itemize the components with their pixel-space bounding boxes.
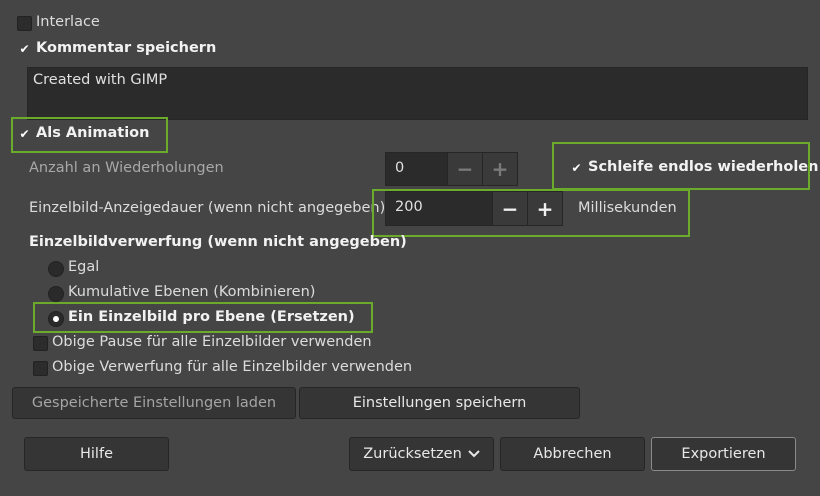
as-animation-checkbox[interactable]: ✔	[17, 127, 32, 142]
export-button[interactable]: Exportieren	[651, 437, 796, 471]
disposal-label-combine[interactable]: Kumulative Ebenen (Kombinieren)	[68, 284, 315, 300]
disposal-radio-replace[interactable]	[48, 311, 64, 327]
interlace-checkbox[interactable]	[17, 16, 32, 31]
repeat-count-label: Anzahl an Wiederholungen	[29, 160, 224, 176]
save-settings-button[interactable]: Einstellungen speichern	[299, 387, 580, 419]
interlace-label[interactable]: Interlace	[36, 14, 100, 30]
disposal-radio-combine[interactable]	[48, 286, 64, 302]
minus-icon: −	[501, 196, 519, 221]
minus-icon: −	[456, 157, 474, 181]
reset-button[interactable]: Zurücksetzen	[349, 437, 494, 471]
use-disposal-all-label[interactable]: Obige Verwerfung für alle Einzelbilder v…	[52, 359, 412, 375]
load-settings-button[interactable]: Gespeicherte Einstellungen laden	[12, 387, 296, 419]
frame-delay-decrement-button[interactable]: −	[492, 191, 528, 226]
plus-icon: +	[536, 196, 554, 221]
frame-delay-value: 200	[395, 199, 423, 215]
comment-text: Created with GIMP	[33, 72, 168, 88]
disposal-radio-egal[interactable]	[48, 261, 64, 277]
use-delay-all-checkbox[interactable]	[33, 336, 48, 351]
repeat-count-value: 0	[395, 160, 405, 176]
save-comment-checkbox[interactable]: ✔	[17, 42, 32, 57]
reset-label: Zurücksetzen	[363, 446, 462, 462]
frame-delay-unit: Millisekunden	[578, 200, 677, 216]
use-delay-all-label[interactable]: Obige Pause für alle Einzelbilder verwen…	[52, 334, 372, 350]
comment-textarea[interactable]: Created with GIMP	[27, 67, 808, 120]
loop-forever-label[interactable]: Schleife endlos wiederholen	[588, 159, 818, 175]
frame-delay-increment-button[interactable]: +	[527, 191, 563, 226]
frame-delay-label: Einzelbild-Anzeigedauer (wenn nicht ange…	[29, 200, 386, 216]
repeat-count-input[interactable]: 0	[385, 152, 448, 186]
use-disposal-all-checkbox[interactable]	[33, 361, 48, 376]
frame-delay-input[interactable]: 200	[385, 191, 493, 226]
loop-forever-checkbox[interactable]: ✔	[569, 161, 584, 176]
disposal-heading: Einzelbildverwerfung (wenn nicht angegeb…	[29, 234, 407, 250]
repeat-count-decrement-button[interactable]: −	[447, 152, 483, 186]
chevron-down-icon	[468, 450, 480, 458]
cancel-button[interactable]: Abbrechen	[500, 437, 645, 471]
as-animation-label[interactable]: Als Animation	[36, 125, 149, 141]
disposal-label-replace[interactable]: Ein Einzelbild pro Ebene (Ersetzen)	[68, 309, 355, 325]
repeat-count-increment-button[interactable]: +	[482, 152, 518, 186]
disposal-label-egal[interactable]: Egal	[68, 259, 99, 275]
help-button[interactable]: Hilfe	[24, 437, 169, 471]
plus-icon: +	[491, 157, 509, 181]
save-comment-label[interactable]: Kommentar speichern	[36, 40, 216, 56]
